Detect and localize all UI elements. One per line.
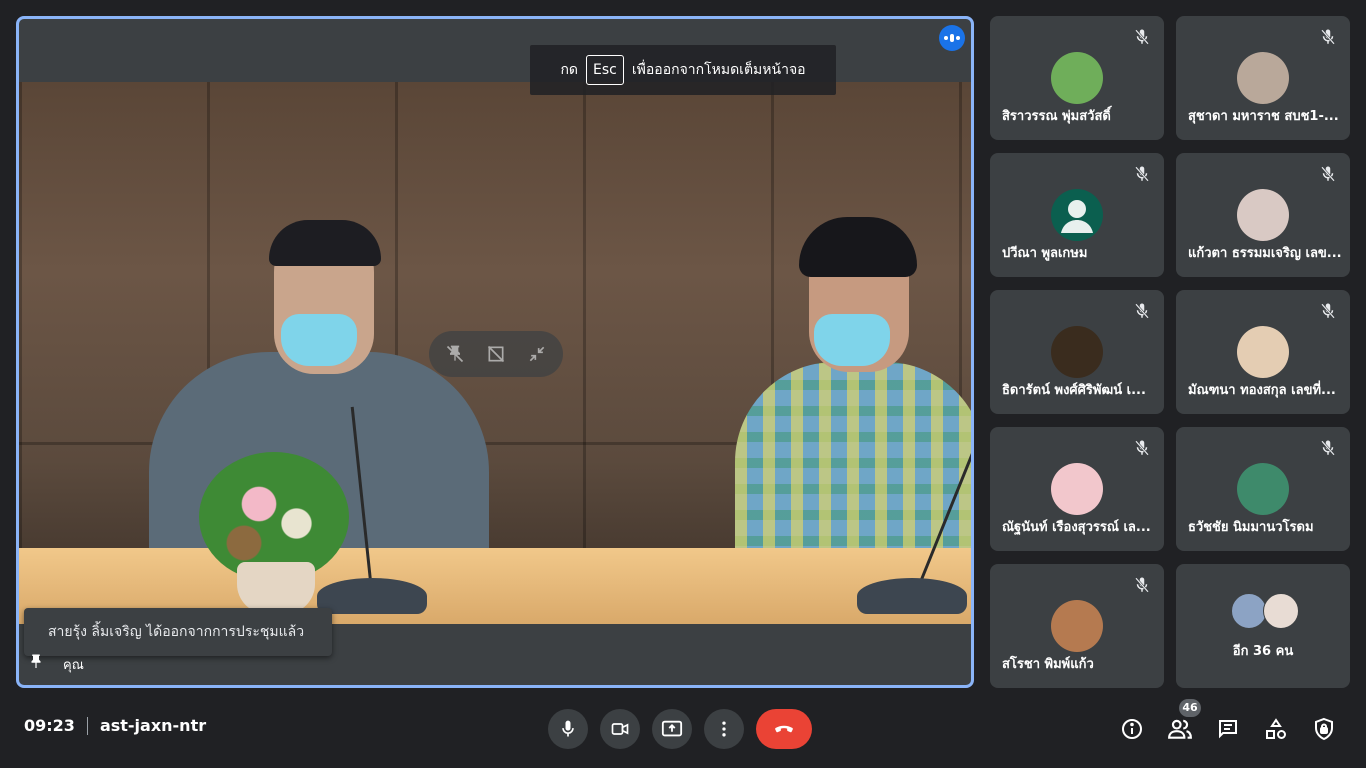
- meeting-time: 09:23: [24, 716, 75, 735]
- mic-off-icon: [1318, 438, 1338, 458]
- avatar: [1051, 463, 1103, 515]
- tile-hover-controls: [429, 331, 563, 377]
- host-controls-button[interactable]: [1309, 714, 1339, 744]
- avatar: [1263, 593, 1299, 629]
- participant-tile[interactable]: ณัฐนันท์ เรืองสุวรรณ์ เล...: [990, 427, 1164, 551]
- hint-prefix: กด: [560, 62, 579, 78]
- participant-tile[interactable]: สิราวรรณ พุ่มสวัสดิ์: [990, 16, 1164, 140]
- participant-tile[interactable]: ปวีณา พูลเกษม: [990, 153, 1164, 277]
- info-icon: [1122, 719, 1142, 739]
- pin-icon[interactable]: [27, 653, 45, 675]
- shield-lock-icon: [1315, 717, 1333, 741]
- avatar: [1237, 463, 1289, 515]
- activities-icon: [1266, 718, 1286, 739]
- meeting-details-button[interactable]: [1117, 714, 1147, 744]
- participant-name: ณัฐนันท์ เรืองสุวรรณ์ เล...: [1002, 520, 1151, 535]
- conference-mic: [317, 578, 427, 614]
- people-button[interactable]: [1165, 714, 1195, 744]
- avatar: [1237, 52, 1289, 104]
- participant-name: แก้วตา ธรรมมเจริญ เลข...: [1188, 246, 1342, 261]
- camera-icon: [611, 723, 629, 735]
- frame-crop-icon[interactable]: [485, 343, 507, 365]
- esc-key: Esc: [586, 55, 624, 85]
- mic-off-icon: [1318, 27, 1338, 47]
- mic-off-icon: [1132, 438, 1152, 458]
- person-icon: [1061, 200, 1093, 233]
- participant-name: ปวีณา พูลเกษม: [1002, 246, 1088, 261]
- present-screen-button[interactable]: [652, 709, 692, 749]
- end-call-icon: [775, 725, 793, 733]
- chat-icon: [1219, 720, 1237, 739]
- chat-button[interactable]: [1213, 714, 1243, 744]
- end-call-button[interactable]: [756, 709, 812, 749]
- participant-tile[interactable]: ธิดารัตน์ พงศ์ศิริพัฒน์ เ...: [990, 290, 1164, 414]
- participant-tile[interactable]: มัณฑนา ทองสกุล เลขที่...: [1176, 290, 1350, 414]
- participant-tile[interactable]: สุชาดา มหาราช สบช1-...: [1176, 16, 1350, 140]
- speaking-indicator-icon: [939, 25, 965, 51]
- more-participants-label: อีก 36 คน: [1232, 644, 1294, 659]
- mic-off-icon: [1132, 164, 1152, 184]
- participant-name: สโรชา พิมพ์แก้ว: [1002, 657, 1094, 672]
- participant-name: สุชาดา มหาราช สบช1-...: [1188, 109, 1339, 124]
- participant-name: มัณฑนา ทองสกุล เลขที่...: [1188, 383, 1336, 398]
- avatar: [1237, 326, 1289, 378]
- avatar: [1237, 189, 1289, 241]
- avatar: [1051, 189, 1103, 241]
- more-vert-icon: [722, 721, 726, 737]
- participant-name: ธิดารัตน์ พงศ์ศิริพัฒน์ เ...: [1002, 383, 1146, 398]
- avatar: [1051, 326, 1103, 378]
- more-options-button[interactable]: [704, 709, 744, 749]
- mic-off-icon: [1318, 301, 1338, 321]
- participant-name: ธวัชชัย นิมมานวโรดม: [1188, 520, 1314, 535]
- self-name: คุณ: [63, 657, 84, 673]
- participant-tile[interactable]: แก้วตา ธรรมมเจริญ เลข...: [1176, 153, 1350, 277]
- mic-off-icon: [1132, 27, 1152, 47]
- microphone-icon: [562, 720, 574, 737]
- hint-suffix: เพื่อออกจากโหมดเต็มหน้าจอ: [631, 62, 806, 78]
- unpin-icon[interactable]: [444, 343, 466, 365]
- present-screen-icon: [661, 720, 683, 737]
- participant-name: สิราวรรณ พุ่มสวัสดิ์: [1002, 109, 1111, 124]
- people-icon: [1168, 719, 1192, 739]
- participant-count-badge: 46: [1179, 699, 1201, 717]
- more-participants-tile[interactable]: อีก 36 คน: [1176, 564, 1350, 688]
- avatar: [1051, 52, 1103, 104]
- avatar: [1231, 593, 1267, 629]
- mic-off-icon: [1132, 301, 1152, 321]
- activities-button[interactable]: [1261, 714, 1291, 744]
- fullscreen-exit-hint: กด Esc เพื่อออกจากโหมดเต็มหน้าจอ: [530, 45, 836, 95]
- main-video-stage[interactable]: กด Esc เพื่อออกจากโหมดเต็มหน้าจอ สายรุ้ง…: [16, 16, 974, 688]
- meeting-info: 09:23 ast-jaxn-ntr: [24, 716, 206, 735]
- participant-tile[interactable]: ธวัชชัย นิมมานวโรดม: [1176, 427, 1350, 551]
- participant-tile[interactable]: สโรชา พิมพ์แก้ว: [990, 564, 1164, 688]
- minimize-icon[interactable]: [526, 343, 548, 365]
- mic-off-icon: [1318, 164, 1338, 184]
- self-tile-label: คุณ: [27, 653, 84, 675]
- microphone-button[interactable]: [548, 709, 588, 749]
- avatar: [1051, 600, 1103, 652]
- meeting-code[interactable]: ast-jaxn-ntr: [100, 716, 206, 735]
- stacked-avatars: [1231, 593, 1301, 629]
- camera-button[interactable]: [600, 709, 640, 749]
- notification-text: สายรุ้ง ลิ้มเจริญ ได้ออกจากการประชุมแล้ว: [48, 624, 305, 640]
- participant-left-notification: สายรุ้ง ลิ้มเจริญ ได้ออกจากการประชุมแล้ว: [24, 608, 332, 656]
- conference-mic: [857, 578, 967, 614]
- mic-off-icon: [1132, 575, 1152, 595]
